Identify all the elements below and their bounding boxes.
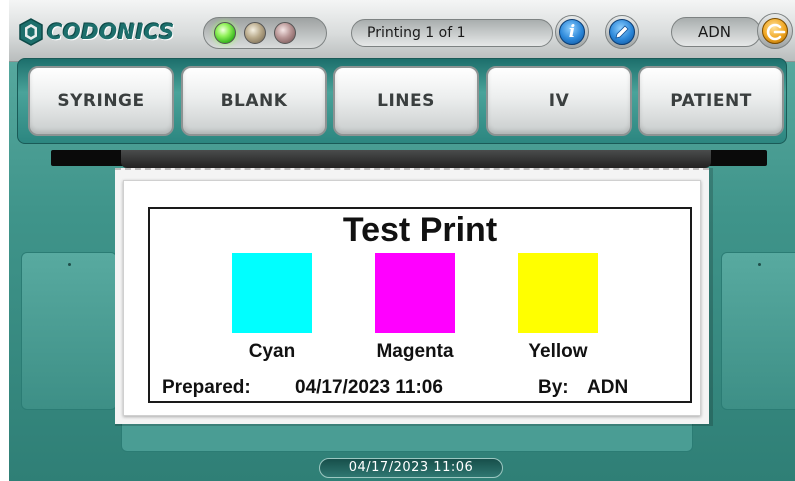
info-icon: i [559, 19, 585, 45]
yellow-label: Yellow [528, 341, 588, 362]
help-pen-glyph [615, 25, 629, 39]
logout-button[interactable] [757, 13, 793, 49]
yellow-swatch [518, 253, 598, 333]
ready-light-icon [214, 22, 236, 44]
panel-dot [68, 263, 71, 266]
logo-text: CODONICS [47, 20, 175, 44]
printed-label-paper: Test Print Cyan Magenta Yellow Prepared:… [115, 168, 709, 424]
right-side-panel [721, 252, 795, 410]
label-printer-app: CODONICS Printing 1 of 1 i ADN SYRINGE B… [9, 0, 795, 481]
error-light-icon [274, 22, 296, 44]
codonics-logo: CODONICS [19, 14, 175, 50]
label-title: Test Print [342, 211, 498, 249]
magenta-swatch [375, 253, 455, 333]
by-label: By: [538, 377, 569, 398]
panel-dot [758, 263, 761, 266]
syringe-button[interactable]: SYRINGE [28, 66, 174, 136]
status-display: Printing 1 of 1 [351, 19, 553, 47]
help-icon [609, 19, 635, 45]
help-button[interactable] [605, 15, 639, 49]
magenta-label: Magenta [376, 341, 454, 362]
blank-button[interactable]: BLANK [181, 66, 327, 136]
info-button[interactable]: i [555, 15, 589, 49]
prepared-label: Prepared: [162, 377, 251, 398]
header-bar: CODONICS Printing 1 of 1 i ADN [9, 0, 795, 62]
warning-light-icon [244, 22, 266, 44]
iv-button[interactable]: IV [486, 66, 632, 136]
label-border: Test Print Cyan Magenta Yellow Prepared:… [148, 207, 692, 403]
printer-slot-lip [121, 150, 711, 168]
cyan-label: Cyan [248, 341, 296, 362]
by-user: ADN [587, 377, 629, 398]
left-side-panel [21, 252, 117, 410]
label-type-toolbar: SYRINGE BLANK LINES IV PATIENT [17, 58, 787, 144]
logout-icon [762, 18, 788, 44]
hexagon-logo-icon [19, 18, 43, 46]
system-datetime: 04/17/2023 11:06 [319, 458, 503, 478]
current-user: ADN [671, 17, 761, 47]
logout-glyph [766, 23, 786, 41]
printed-label: Test Print Cyan Magenta Yellow Prepared:… [123, 180, 701, 416]
lines-button[interactable]: LINES [333, 66, 479, 136]
cyan-swatch [232, 253, 312, 333]
patient-button[interactable]: PATIENT [638, 66, 784, 136]
indicator-lights [203, 17, 327, 49]
prepared-date: 04/17/2023 11:06 [295, 377, 443, 398]
